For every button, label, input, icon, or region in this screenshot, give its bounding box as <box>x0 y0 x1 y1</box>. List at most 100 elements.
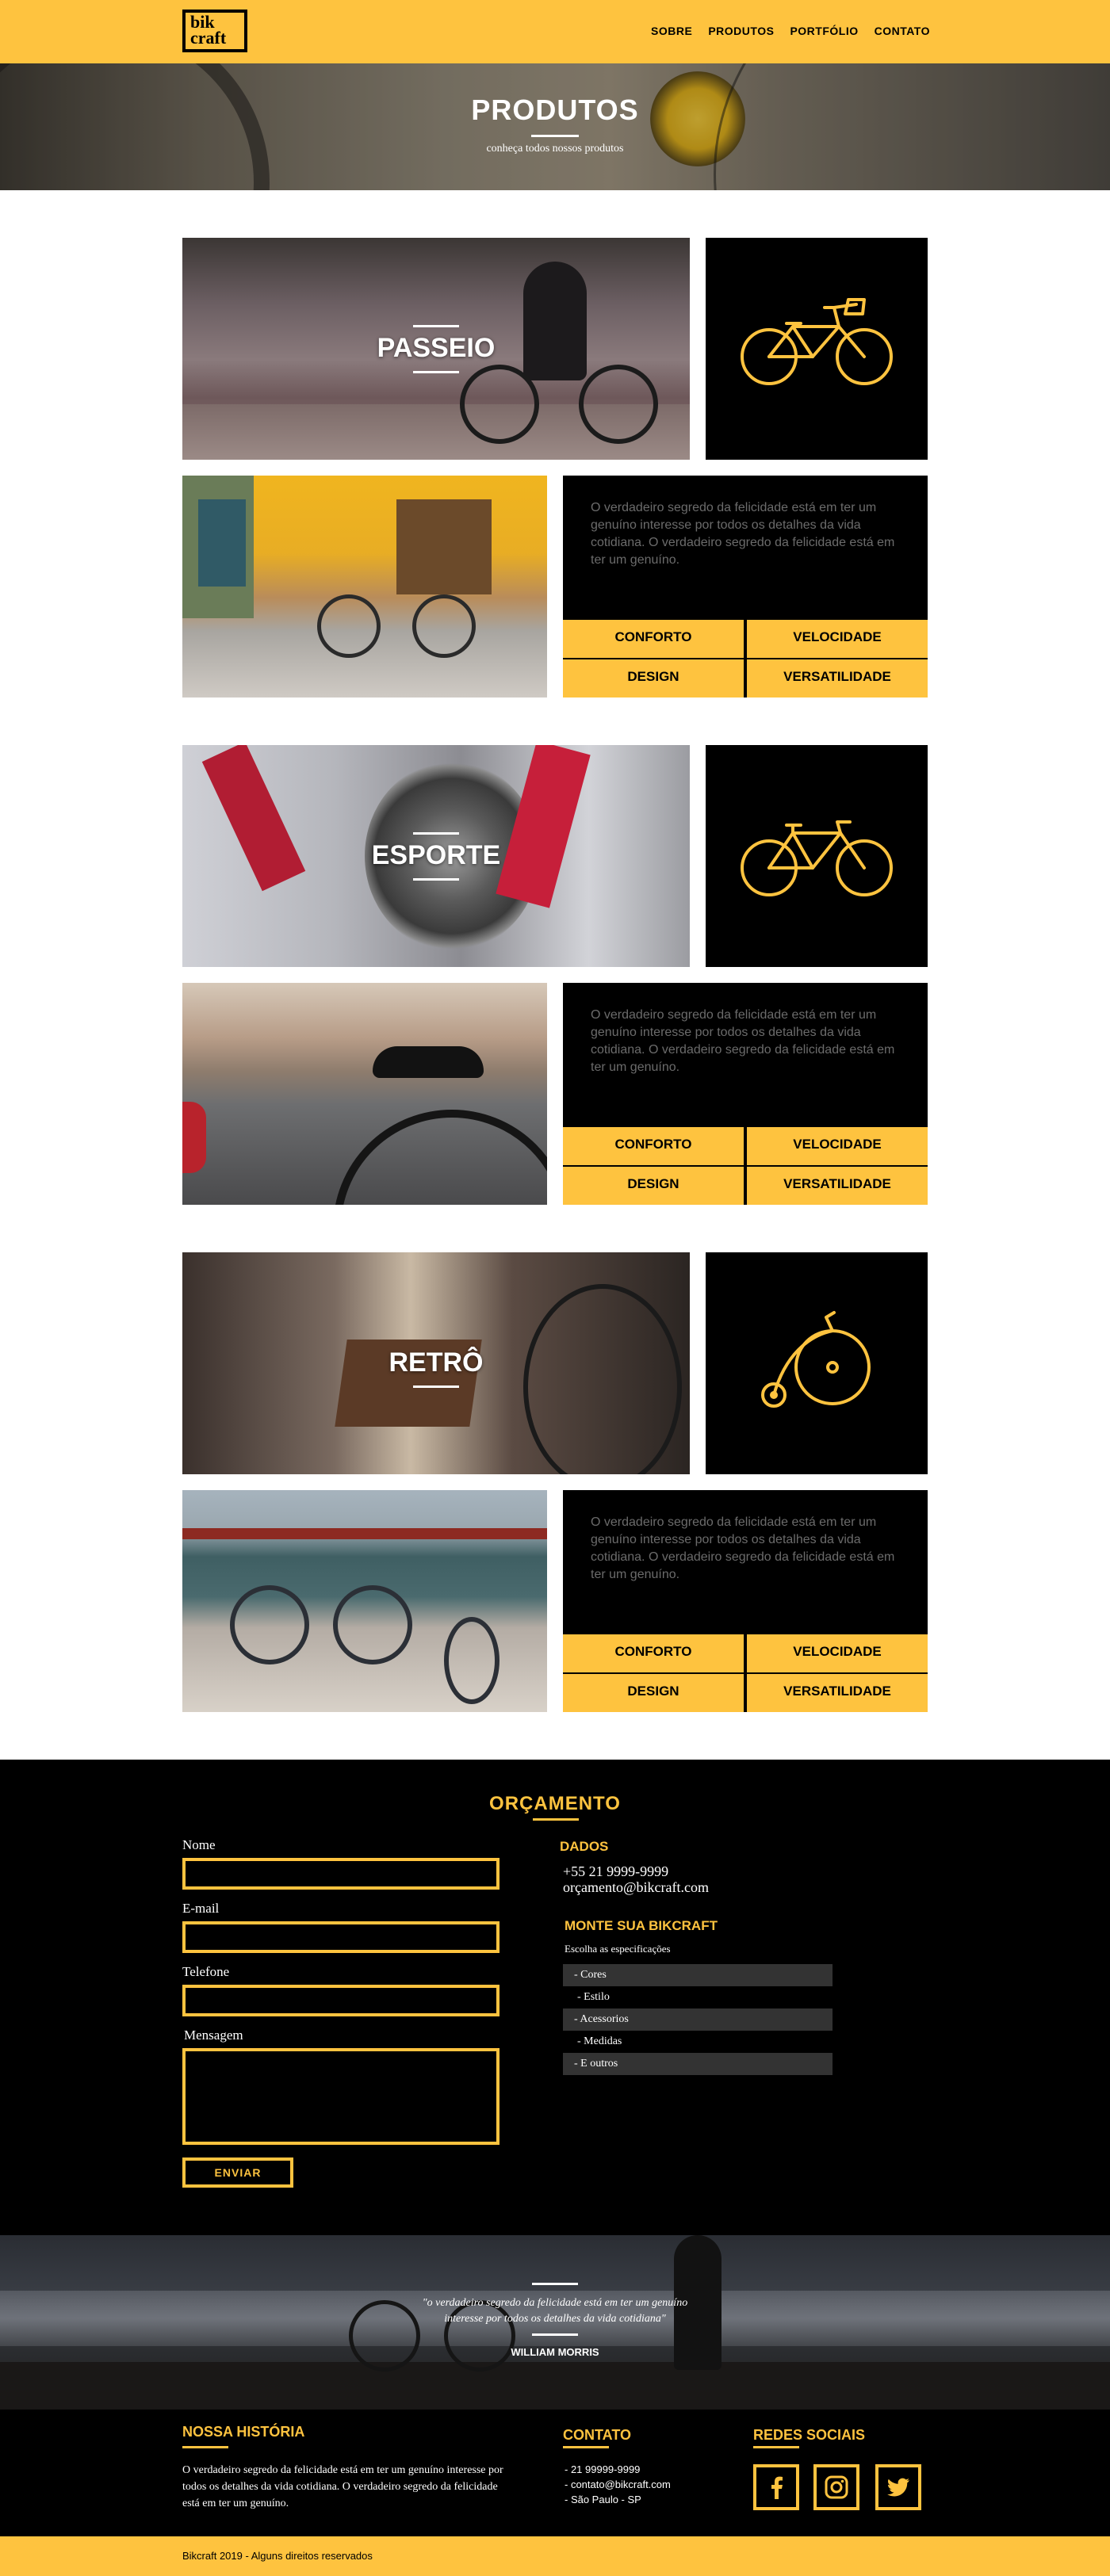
redes-title: REDES SOCIAIS <box>753 2427 866 2443</box>
facebook-link[interactable] <box>753 2464 799 2510</box>
option-cores[interactable]: - Cores <box>563 1964 832 1986</box>
quote-text-line-1: "o verdadeiro segredo da felicidade está… <box>422 2297 688 2309</box>
product-photo-secondary <box>182 1490 547 1712</box>
quote-text-line-2: interesse por todos os detalhes da vida … <box>444 2313 666 2325</box>
page-subtitle: conheça todos nossos produtos <box>486 143 624 155</box>
option-outros[interactable]: - E outros <box>563 2053 832 2075</box>
mensagem-textarea[interactable] <box>182 2048 500 2145</box>
window-shape <box>198 499 246 587</box>
monte-title: MONTE SUA BIKCRAFT <box>565 1918 718 1933</box>
bike-wheel-shape <box>579 365 658 444</box>
bike-wheel-shape <box>460 365 539 444</box>
phone-text: +55 21 9999-9999 <box>563 1863 669 1879</box>
logo-line-2: craft <box>190 28 227 48</box>
feature-velocidade: VELOCIDADE <box>747 1127 928 1165</box>
historia-title: NOSSA HISTÓRIA <box>182 2424 305 2440</box>
feature-conforto: CONFORTO <box>563 620 744 658</box>
contato-email[interactable]: - contato@bikcraft.com <box>565 2479 671 2490</box>
product-info-box: O verdadeiro segredo da felicidade está … <box>563 1490 928 1712</box>
redes-divider <box>753 2446 799 2448</box>
option-acessorios[interactable]: - Acessorios <box>563 2008 832 2031</box>
title-line-top <box>413 325 459 327</box>
copyright-text: Bikcraft 2019 - Alguns direitos reservad… <box>182 2550 373 2562</box>
nome-input[interactable] <box>182 1858 500 1890</box>
monte-subtitle: Escolha as especificações <box>565 1943 671 1955</box>
contato-title: CONTATO <box>563 2427 631 2443</box>
feature-versatilidade: VERSATILIDADE <box>747 1167 928 1205</box>
product-description: O verdadeiro segredo da felicidade está … <box>591 1515 895 1581</box>
feature-conforto: CONFORTO <box>563 1127 744 1165</box>
title-line-bottom <box>413 878 459 881</box>
product-title: ESPORTE <box>371 840 501 870</box>
product-photo-secondary <box>182 983 547 1205</box>
quote-line-bottom <box>532 2333 578 2336</box>
feature-velocidade: VELOCIDADE <box>747 620 928 658</box>
feature-versatilidade: VERSATILIDADE <box>747 659 928 698</box>
bike-wheel-shape <box>523 1284 682 1474</box>
instagram-link[interactable] <box>813 2464 859 2510</box>
bike-wheel-shape <box>317 594 381 658</box>
nav-contato[interactable]: CONTATO <box>875 25 930 37</box>
page-title: PRODUTOS <box>471 94 639 126</box>
door-shape <box>396 499 492 594</box>
option-medidas[interactable]: - Medidas <box>563 2031 832 2053</box>
nav-sobre[interactable]: SOBRE <box>651 25 692 37</box>
bike-wheel-shape <box>444 1617 500 1704</box>
feature-design: DESIGN <box>563 1167 744 1205</box>
product-photo-main: PASSEIO <box>182 238 690 460</box>
product-photo-main: RETRÔ <box>182 1252 690 1474</box>
title-line-bottom <box>413 1385 459 1388</box>
bike-wheel-shape <box>412 594 476 658</box>
product-info-box: O verdadeiro segredo da felicidade está … <box>563 983 928 1205</box>
quote-line-top <box>532 2283 578 2285</box>
contato-divider <box>563 2446 609 2448</box>
product-photo-secondary <box>182 476 547 698</box>
label-email: E-mail <box>182 1901 220 1916</box>
historia-text: O verdadeiro segredo da felicidade está … <box>182 2464 503 2509</box>
hero-banner: PRODUTOS conheça todos nossos produtos <box>0 63 1110 190</box>
title-divider <box>533 1818 579 1821</box>
quote-author: WILLIAM MORRIS <box>511 2346 599 2358</box>
facebook-icon <box>771 2476 783 2499</box>
bike-wheel-shape <box>333 1110 547 1205</box>
product-icon-box <box>706 1252 928 1474</box>
product-description: O verdadeiro segredo da felicidade está … <box>591 501 895 567</box>
copyright-bar: Bikcraft 2019 - Alguns direitos reservad… <box>0 2536 1110 2576</box>
bike-wheel-shape <box>333 1585 412 1664</box>
main-nav: SOBRE PRODUTOS PORTFÓLIO CONTATO <box>651 25 930 37</box>
hero-overlay <box>0 63 1110 190</box>
product-title: PASSEIO <box>377 333 496 363</box>
twitter-icon <box>887 2478 909 2497</box>
feature-design: DESIGN <box>563 659 744 698</box>
title-line-bottom <box>413 371 459 373</box>
email-text: orçamento@bikcraft.com <box>563 1879 709 1895</box>
telefone-input[interactable] <box>182 1985 500 2016</box>
contato-phone: - 21 99999-9999 <box>565 2463 641 2475</box>
feature-versatilidade: VERSATILIDADE <box>747 1674 928 1712</box>
logo[interactable]: bik craft <box>182 10 247 52</box>
product-info-box: O verdadeiro segredo da felicidade está … <box>563 476 928 698</box>
product-icon-box <box>706 238 928 460</box>
bike-wheel-shape <box>444 2300 515 2372</box>
label-nome: Nome <box>182 1837 216 1852</box>
quote-section: "o verdadeiro segredo da felicidade está… <box>0 2235 1110 2410</box>
budget-section: ORÇAMENTO Nome E-mail Telefone Mensagem … <box>0 1760 1110 2235</box>
twitter-link[interactable] <box>875 2464 921 2510</box>
label-telefone: Telefone <box>182 1964 230 1979</box>
nav-produtos[interactable]: PRODUTOS <box>708 25 774 37</box>
contato-location: - São Paulo - SP <box>565 2494 641 2505</box>
enviar-button[interactable]: ENVIAR <box>182 2157 293 2188</box>
site-footer: NOSSA HISTÓRIA O verdadeiro segredo da f… <box>0 2410 1110 2536</box>
historia-divider <box>182 2446 228 2448</box>
feature-conforto: CONFORTO <box>563 1634 744 1672</box>
feature-velocidade: VELOCIDADE <box>747 1634 928 1672</box>
bike-wheel-shape <box>230 1585 309 1664</box>
saddle-shape <box>373 1046 484 1078</box>
option-estilo[interactable]: - Estilo <box>563 1986 832 2008</box>
email-input[interactable] <box>182 1921 500 1953</box>
nav-portfolio[interactable]: PORTFÓLIO <box>790 25 858 37</box>
title-line-top <box>413 832 459 835</box>
product-icon-box <box>706 745 928 967</box>
city-bike-icon <box>741 298 893 385</box>
site-header: bik craft SOBRE PRODUTOS PORTFÓLIO CONTA… <box>0 0 1110 63</box>
